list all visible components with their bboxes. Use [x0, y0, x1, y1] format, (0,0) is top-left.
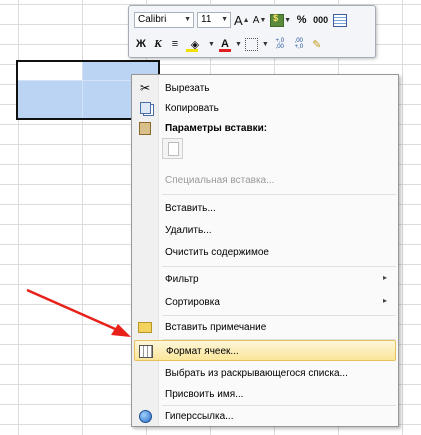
arrow-shaft: [26, 288, 123, 334]
arrow-head: [111, 324, 131, 337]
annotation-arrow: [26, 288, 131, 337]
